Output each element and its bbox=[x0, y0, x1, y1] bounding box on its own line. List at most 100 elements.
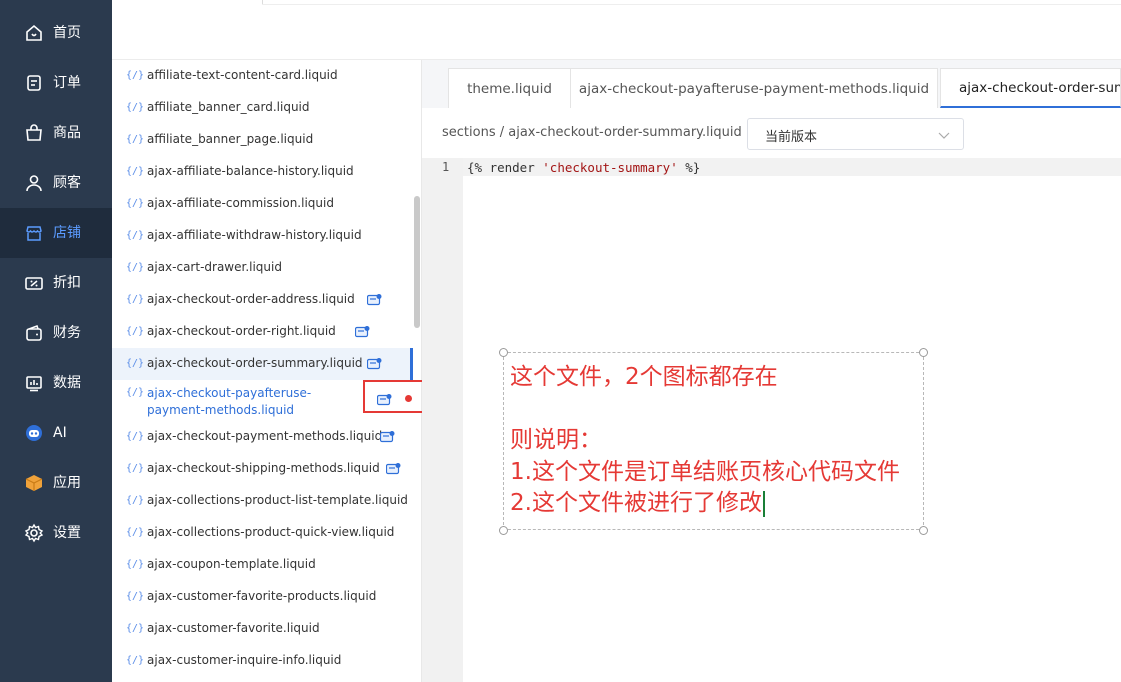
file-item[interactable]: {/} ajax-checkout-payment-methods.liquid bbox=[112, 421, 412, 453]
file-item[interactable]: {/} ajax-checkout-order-address.liquid bbox=[112, 284, 412, 316]
discount-icon bbox=[25, 277, 43, 290]
nav-item-discount[interactable]: 折扣 bbox=[0, 258, 112, 308]
file-item[interactable]: {/} ajax-customer-inquire-info.liquid bbox=[112, 645, 412, 677]
file-name: ajax-checkout-payment-methods.liquid bbox=[147, 429, 383, 443]
selected-indicator bbox=[410, 348, 413, 380]
nav-item-label: 商品 bbox=[53, 125, 81, 141]
tab-theme[interactable]: theme.liquid bbox=[448, 68, 571, 108]
nav-item-user[interactable]: 顾客 bbox=[0, 158, 112, 208]
text-caret bbox=[762, 490, 765, 517]
file-item[interactable]: {/} ajax-affiliate-balance-history.liquid bbox=[112, 156, 412, 188]
code-token: %} bbox=[677, 160, 701, 175]
liquid-file-icon: {/} bbox=[126, 527, 145, 538]
nav-item-box[interactable]: 应用 bbox=[0, 458, 112, 508]
version-select[interactable]: 当前版本 bbox=[747, 118, 964, 150]
file-item[interactable]: {/} ajax-customer-favorite-products.liqui… bbox=[112, 581, 412, 613]
nav-item-bag[interactable]: 商品 bbox=[0, 108, 112, 158]
robot-icon bbox=[26, 425, 42, 441]
resize-handle[interactable] bbox=[499, 348, 508, 357]
liquid-file-icon: {/} bbox=[126, 495, 145, 506]
liquid-file-icon: {/} bbox=[126, 294, 145, 305]
nav-item-label: 订单 bbox=[53, 75, 81, 91]
liquid-file-icon: {/} bbox=[126, 655, 145, 666]
file-name: ajax-checkout-shipping-methods.liquid bbox=[147, 461, 380, 475]
code-line-1[interactable]: {% render 'checkout-summary' %} bbox=[467, 160, 700, 175]
file-item[interactable]: {/} ajax-checkout-order-right.liquid bbox=[112, 316, 412, 348]
nav-item-store[interactable]: 店铺 bbox=[0, 208, 112, 258]
file-item[interactable]: {/} ajax-affiliate-commission.liquid bbox=[112, 188, 412, 220]
line-number: 1 bbox=[442, 160, 450, 174]
box-icon bbox=[25, 475, 43, 491]
liquid-file-icon: {/} bbox=[126, 326, 145, 337]
nav-item-label: 折扣 bbox=[53, 275, 81, 291]
file-name: ajax-collections-product-quick-view.liqu… bbox=[147, 525, 395, 539]
file-name: ajax-collections-product-list-template.l… bbox=[147, 493, 408, 507]
file-name: ajax-affiliate-withdraw-history.liquid bbox=[147, 228, 362, 242]
file-item[interactable]: {/} affiliate-text-content-card.liquid bbox=[112, 60, 412, 92]
tab-order-summary[interactable]: ajax-checkout-order-summary.liquid bbox=[940, 68, 1121, 108]
file-item[interactable]: {/} affiliate_banner_page.liquid bbox=[112, 124, 412, 156]
version-select-value: 当前版本 bbox=[765, 130, 818, 145]
liquid-file-icon: {/} bbox=[126, 102, 145, 113]
nav-item-robot[interactable]: AI bbox=[0, 408, 112, 458]
file-name: ajax-customer-favorite-products.liquid bbox=[147, 589, 377, 603]
annotation-line: 则说明： bbox=[510, 427, 602, 453]
user-icon bbox=[26, 175, 42, 192]
file-name: ajax-checkout-order-right.liquid bbox=[147, 324, 336, 338]
liquid-file-icon: {/} bbox=[126, 559, 145, 570]
liquid-file-icon: {/} bbox=[126, 134, 145, 145]
file-item[interactable]: {/} ajax-customer-favorite.liquid bbox=[112, 613, 412, 645]
nav-item-gear[interactable]: 设置 bbox=[0, 508, 112, 558]
file-name: affiliate_banner_card.liquid bbox=[147, 100, 310, 114]
annotation-line: 这个文件，2个图标都存在 bbox=[510, 364, 778, 390]
annotation-text[interactable]: 这个文件，2个图标都存在 则说明： 1.这个文件是订单结账页核心代码文件 2.这… bbox=[510, 362, 930, 520]
liquid-file-icon: {/} bbox=[126, 198, 145, 209]
code-string: 'checkout-summary' bbox=[542, 160, 678, 175]
file-tree-scrollbar[interactable] bbox=[414, 196, 420, 328]
file-item[interactable]: {/} ajax-cart-drawer.liquid bbox=[112, 252, 412, 284]
wallet-icon bbox=[26, 324, 42, 341]
code-token: {% render bbox=[467, 160, 543, 175]
file-item[interactable]: {/} ajax-affiliate-withdraw-history.liqui… bbox=[112, 220, 412, 252]
liquid-file-icon: {/} bbox=[126, 262, 145, 273]
liquid-file-icon: {/} bbox=[126, 623, 145, 634]
file-item[interactable]: {/} ajax-collections-product-quick-view.l… bbox=[112, 517, 412, 549]
nav-item-chart[interactable]: 数据 bbox=[0, 358, 112, 408]
file-path-breadcrumb: sections / ajax-checkout-order-summary.l… bbox=[442, 125, 742, 140]
file-item[interactable]: {/} ajax-coupon-template.liquid bbox=[112, 549, 412, 581]
file-tree: {/} affiliate-text-content-card.liquid {/}… bbox=[112, 60, 422, 682]
header-line bbox=[262, 4, 1121, 5]
nav-item-label: 店铺 bbox=[53, 225, 81, 241]
file-name: ajax-customer-inquire-info.liquid bbox=[147, 653, 342, 667]
file-item[interactable]: {/} ajax-checkout-order-summary.liquid bbox=[112, 348, 412, 380]
nav-item-label: 应用 bbox=[53, 475, 81, 491]
nav-item-label: AI bbox=[53, 425, 67, 441]
nav-item-order[interactable]: 订单 bbox=[0, 58, 112, 108]
file-name: ajax-coupon-template.liquid bbox=[147, 557, 316, 571]
nav-item-wallet[interactable]: 财务 bbox=[0, 308, 112, 358]
chart-icon bbox=[26, 376, 42, 392]
file-item[interactable]: {/} ajax-checkout-shipping-methods.liquid bbox=[112, 453, 412, 485]
liquid-file-icon: {/} bbox=[126, 166, 145, 177]
file-name: ajax-checkout-order-address.liquid bbox=[147, 292, 355, 306]
bag-icon bbox=[26, 124, 42, 141]
resize-handle[interactable] bbox=[919, 526, 928, 535]
tab-label: ajax-checkout-payafteruse-payment-method… bbox=[578, 80, 930, 97]
resize-handle[interactable] bbox=[919, 348, 928, 357]
annotation-highlight-box bbox=[363, 380, 424, 413]
nav-item-label: 数据 bbox=[53, 375, 81, 391]
chevron-down-icon bbox=[938, 132, 950, 139]
file-item[interactable]: {/} affiliate_banner_card.liquid bbox=[112, 92, 412, 124]
liquid-file-icon: {/} bbox=[126, 230, 145, 241]
file-name: ajax-affiliate-commission.liquid bbox=[147, 196, 334, 210]
liquid-file-icon: {/} bbox=[126, 358, 145, 369]
nav-item-home[interactable]: 首页 bbox=[0, 8, 112, 58]
file-name: ajax-checkout-payafteruse-payment-method… bbox=[147, 386, 312, 417]
resize-handle[interactable] bbox=[499, 526, 508, 535]
tab-payafteruse-payment-methods[interactable]: ajax-checkout-payafteruse-payment-method… bbox=[570, 68, 938, 108]
file-name: ajax-customer-favorite.liquid bbox=[147, 621, 320, 635]
file-name: affiliate-text-content-card.liquid bbox=[147, 68, 338, 82]
file-item[interactable]: {/} ajax-collections-product-list-templat… bbox=[112, 485, 412, 517]
liquid-file-icon: {/} bbox=[126, 431, 145, 442]
annotation-line bbox=[510, 394, 930, 426]
